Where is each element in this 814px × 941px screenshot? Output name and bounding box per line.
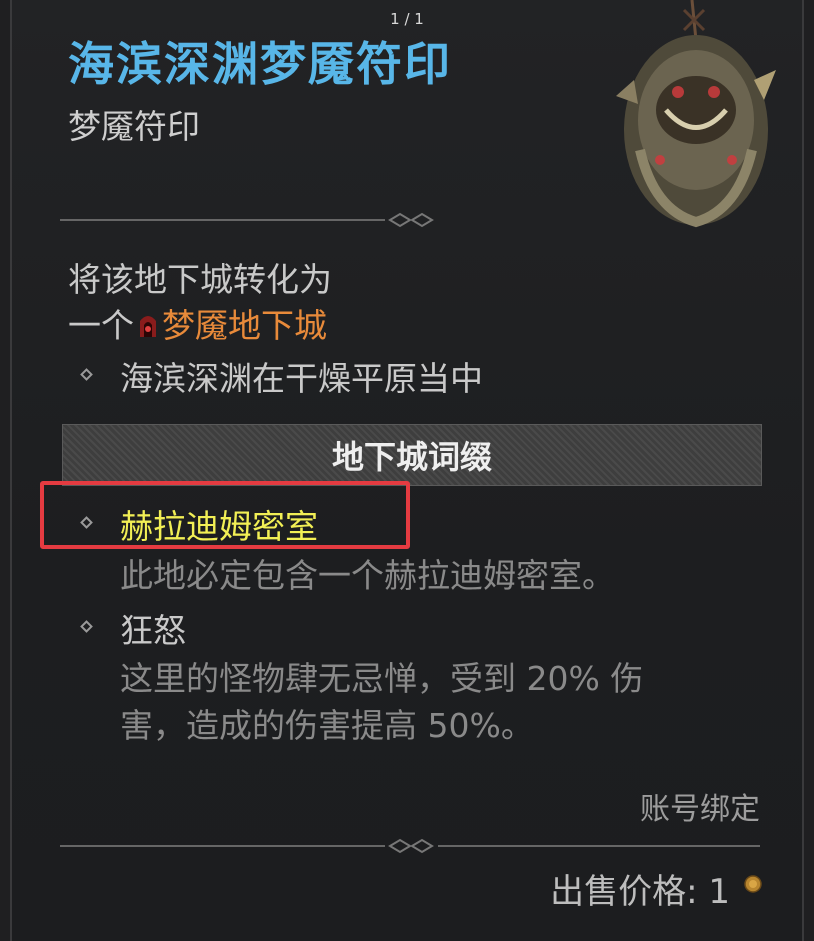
dungeon-location: 海滨深渊在干燥平原当中 (120, 359, 483, 398)
account-bound-label: 账号绑定 (640, 792, 760, 827)
effect-line-1: 将该地下城转化为 (68, 260, 332, 299)
item-type: 梦魇符印 (68, 107, 200, 146)
affix-description-frenzy-line2: 害，造成的伤害提高 50%。 (120, 706, 534, 745)
nightmare-dungeon-label: 梦魇地下城 (162, 306, 327, 345)
sell-price: 出售价格: 1 (550, 864, 730, 913)
affix-name-horadric-vault: 赫拉迪姆密室 (120, 507, 318, 546)
sell-price-value: 1 (708, 872, 730, 912)
effect-line-2: 一个 梦魇地下城 (68, 299, 327, 347)
affix-description-horadric-vault: 此地必定包含一个赫拉迪姆密室。 (120, 556, 615, 595)
affix-section-title: 地下城词缀 (331, 438, 492, 476)
nightmare-dungeon-icon (140, 316, 156, 337)
effect-prefix: 一个 (68, 306, 134, 345)
affix-name-frenzy: 狂怒 (120, 611, 186, 650)
section-divider (60, 212, 434, 228)
gold-coin-icon (744, 875, 762, 893)
affix-description-frenzy-line1: 这里的怪物肆无忌惮，受到 20% 伤 (120, 659, 644, 698)
item-name: 海滨深渊梦魇符印 (68, 37, 452, 91)
sell-price-label: 出售价格: (550, 872, 698, 912)
affix-section-header: 地下城词缀 (62, 424, 762, 486)
section-divider (60, 838, 760, 854)
